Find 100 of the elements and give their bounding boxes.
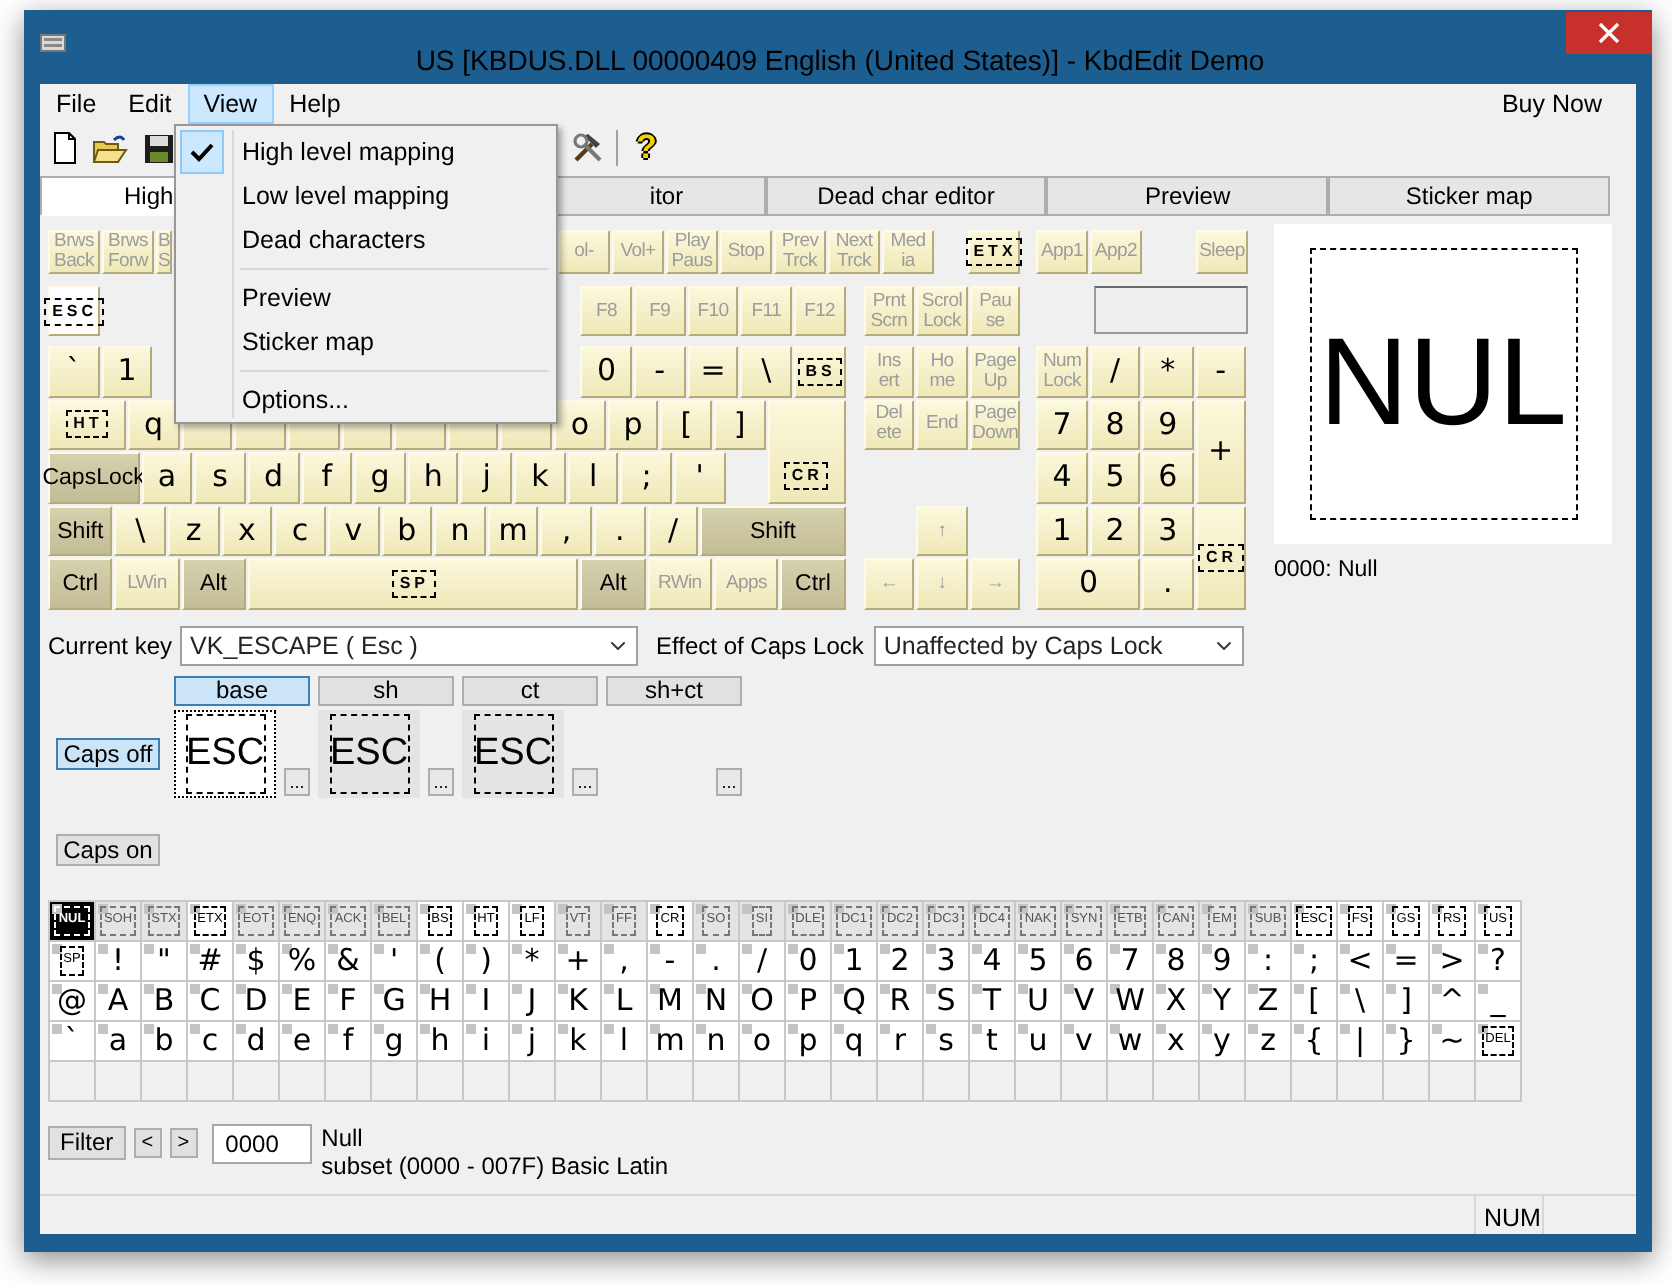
keyboard-key[interactable]: \	[114, 505, 166, 557]
char-cell[interactable]: z	[1246, 1022, 1292, 1062]
char-cell[interactable]: B	[142, 982, 188, 1022]
keyboard-key[interactable]: 8	[1089, 399, 1141, 451]
keyboard-key[interactable]: /	[647, 505, 699, 557]
keyboard-key[interactable]: .	[1142, 558, 1194, 610]
keyboard-key[interactable]: 4	[1036, 452, 1088, 504]
char-cell[interactable]: Y	[1200, 982, 1246, 1022]
char-cell[interactable]: _	[1476, 982, 1522, 1022]
char-cell[interactable]: V	[1062, 982, 1108, 1022]
char-cell[interactable]: w	[1108, 1022, 1154, 1062]
keyboard-key[interactable]: 2	[1089, 505, 1141, 557]
char-cell[interactable]: O	[740, 982, 786, 1022]
next-button[interactable]: >	[169, 1128, 198, 1158]
menu-entry[interactable]: Dead characters	[242, 221, 426, 259]
shift-state-button[interactable]: base	[174, 676, 310, 706]
char-cell[interactable]: s	[924, 1022, 970, 1062]
keyboard-key[interactable]: b	[381, 505, 433, 557]
caps-lock-select[interactable]: Unaffected by Caps Lock	[873, 626, 1244, 666]
tab[interactable]: Sticker map	[1328, 176, 1610, 216]
char-cell[interactable]: %	[280, 942, 326, 982]
char-cell[interactable]: u	[1016, 1022, 1062, 1062]
caps-state-button[interactable]: Caps on	[56, 834, 160, 866]
char-cell[interactable]: 0	[786, 942, 832, 982]
keyboard-key[interactable]: 6	[1142, 452, 1194, 504]
keyboard-key[interactable]: Shift	[48, 505, 113, 557]
char-cell[interactable]: l	[602, 1022, 648, 1062]
char-cell[interactable]: ~	[1430, 1022, 1476, 1062]
char-cell[interactable]: '	[372, 942, 418, 982]
char-cell[interactable]: 9	[1200, 942, 1246, 982]
keyboard-key[interactable]: CapsLock	[48, 452, 140, 504]
char-cell[interactable]: ]	[1384, 982, 1430, 1022]
keyboard-key[interactable]: k	[514, 452, 566, 504]
keyboard-key[interactable]: +	[1195, 399, 1247, 504]
shift-state-button[interactable]: sh	[318, 676, 454, 706]
char-cell[interactable]: >	[1430, 942, 1476, 982]
char-cell[interactable]: b	[142, 1022, 188, 1062]
char-cell[interactable]: 3	[924, 942, 970, 982]
char-cell[interactable]: K	[556, 982, 602, 1022]
char-cell[interactable]: 5	[1016, 942, 1062, 982]
char-cell[interactable]: #	[188, 942, 234, 982]
char-cell[interactable]: 4	[970, 942, 1016, 982]
keyboard-key[interactable]: CR	[767, 399, 846, 504]
close-button[interactable]	[1566, 12, 1652, 54]
glyph-cell[interactable]: ESC	[462, 710, 564, 798]
keyboard-key[interactable]: ESC	[48, 286, 100, 336]
more-button[interactable]: ...	[716, 768, 742, 796]
keyboard-key[interactable]: *	[1142, 346, 1194, 398]
keyboard-key[interactable]: Alt	[580, 558, 646, 610]
keyboard-key[interactable]: `	[48, 346, 100, 398]
char-cell[interactable]: 1	[832, 942, 878, 982]
char-cell[interactable]: @	[50, 982, 96, 1022]
keyboard-key[interactable]: f	[301, 452, 353, 504]
menu-entry[interactable]: High level mapping	[242, 133, 455, 171]
char-cell[interactable]: k	[556, 1022, 602, 1062]
keyboard-key[interactable]: o	[554, 399, 606, 451]
char-cell[interactable]: Q	[832, 982, 878, 1022]
keyboard-key[interactable]: CR	[1195, 505, 1247, 610]
char-cell[interactable]: D	[234, 982, 280, 1022]
char-cell[interactable]: *	[510, 942, 556, 982]
char-cell[interactable]: a	[96, 1022, 142, 1062]
menu-item[interactable]: Help	[273, 84, 357, 124]
char-cell[interactable]: J	[510, 982, 556, 1022]
char-cell[interactable]: h	[418, 1022, 464, 1062]
keyboard-key[interactable]: 0	[580, 346, 633, 398]
char-cell[interactable]: $	[234, 942, 280, 982]
char-cell[interactable]: <	[1338, 942, 1384, 982]
char-cell[interactable]: p	[786, 1022, 832, 1062]
keyboard-key[interactable]: ETX	[968, 230, 1020, 274]
previous-button[interactable]: <	[133, 1128, 162, 1158]
char-cell[interactable]: G	[372, 982, 418, 1022]
char-cell[interactable]: 2	[878, 942, 924, 982]
char-cell[interactable]: )	[464, 942, 510, 982]
char-cell[interactable]: |	[1338, 1022, 1384, 1062]
tab[interactable]: Preview	[1046, 176, 1329, 216]
shift-state-button[interactable]: ct	[462, 676, 598, 706]
char-cell[interactable]: x	[1154, 1022, 1200, 1062]
char-cell[interactable]: {	[1292, 1022, 1338, 1062]
char-cell[interactable]: m	[648, 1022, 694, 1062]
char-cell[interactable]: o	[740, 1022, 786, 1062]
char-cell[interactable]: }	[1384, 1022, 1430, 1062]
buy-now-link[interactable]: Buy Now	[1501, 84, 1636, 124]
keyboard-key[interactable]: 5	[1089, 452, 1141, 504]
keyboard-key[interactable]: HT	[48, 399, 126, 451]
char-cell[interactable]: ^	[1430, 982, 1476, 1022]
current-key-select[interactable]: VK_ESCAPE ( Esc )	[180, 626, 639, 666]
char-cell[interactable]: j	[510, 1022, 556, 1062]
keyboard-key[interactable]: SP	[247, 558, 579, 610]
keyboard-key[interactable]: Ctrl	[780, 558, 846, 610]
char-cell[interactable]: g	[372, 1022, 418, 1062]
char-cell[interactable]: e	[280, 1022, 326, 1062]
keyboard-key[interactable]: [	[660, 399, 713, 451]
char-cell[interactable]: M	[648, 982, 694, 1022]
char-cell[interactable]: 8	[1154, 942, 1200, 982]
char-cell[interactable]: \	[1338, 982, 1384, 1022]
keyboard-key[interactable]: 0	[1036, 558, 1141, 610]
code-field[interactable]: 0000	[211, 1124, 312, 1164]
keyboard-key[interactable]: =	[687, 346, 739, 398]
tab[interactable]: Dead char editor	[765, 176, 1047, 216]
char-cell[interactable]: d	[234, 1022, 280, 1062]
